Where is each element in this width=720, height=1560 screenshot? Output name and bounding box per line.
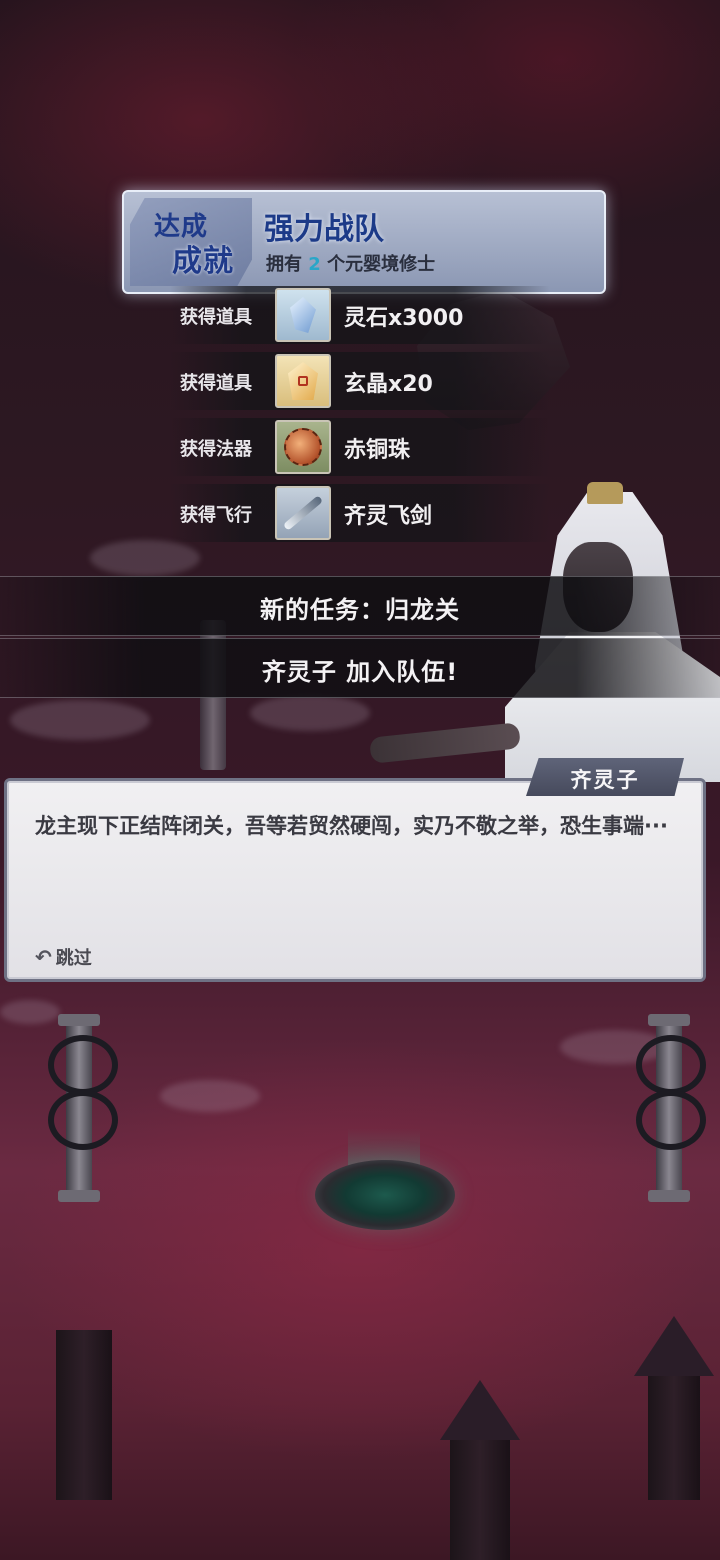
flying-sword-icon	[275, 486, 331, 540]
reward-name: 灵石x3000	[344, 306, 464, 331]
dialogue-text: 龙主现下正结阵闭关，吾等若贸然硬闯，实乃不敬之举，恐生事端···	[35, 814, 668, 838]
reward-label: 获得飞行	[180, 505, 252, 526]
achievement-count: 2	[308, 254, 321, 275]
reward-row: 获得飞行 齐灵飞剑	[170, 484, 550, 542]
achievement-description: 拥有 2 个元婴境修士	[266, 254, 436, 275]
tower-roof	[634, 1316, 714, 1376]
reward-name: 玄晶x20	[344, 372, 433, 397]
spirit-stone-icon	[275, 288, 331, 342]
teleport-portal[interactable]	[315, 1160, 455, 1230]
dialogue-box[interactable]: 龙主现下正结阵闭关，吾等若贸然硬闯，实乃不敬之举，恐生事端··· ↶ 跳过	[4, 778, 706, 982]
cloud	[10, 700, 150, 740]
party-join-banner: 齐灵子 加入队伍!	[0, 638, 720, 698]
wave-pattern	[15, 891, 697, 971]
cloud	[0, 1000, 60, 1024]
reward-row: 获得法器 赤铜珠	[170, 418, 550, 476]
cloud	[160, 1080, 260, 1112]
new-quest-banner: 新的任务：归龙关	[0, 576, 720, 636]
speaker-name-tag: 齐灵子	[526, 758, 684, 796]
cloud	[90, 540, 200, 576]
copper-bead-icon	[275, 420, 331, 474]
serpent-left-coil	[48, 1090, 118, 1150]
tower-center	[450, 1430, 510, 1560]
tower-left	[56, 1330, 112, 1500]
serpent-right-coil	[636, 1090, 706, 1150]
reward-label: 获得道具	[180, 307, 252, 328]
reward-name: 赤铜珠	[344, 438, 411, 463]
skip-label: 跳过	[55, 948, 92, 969]
reward-row: 获得道具 玄晶x20	[170, 352, 550, 410]
reward-name: 齐灵飞剑	[344, 504, 433, 529]
achievement-banner: 达成 成就 强力战队 拥有 2 个元婴境修士	[122, 190, 606, 294]
reward-label: 获得法器	[180, 439, 252, 460]
achievement-badge-line2: 成就	[172, 244, 234, 279]
reward-label: 获得道具	[180, 373, 252, 394]
speaker-name: 齐灵子	[570, 768, 640, 792]
achievement-title: 强力战队	[264, 212, 384, 247]
serpent-right	[636, 1035, 706, 1095]
tower-right	[648, 1360, 700, 1500]
mystic-crystal-icon	[275, 354, 331, 408]
undo-arrow-icon: ↶	[35, 945, 52, 969]
reward-row: 获得道具 灵石x3000	[170, 286, 550, 344]
serpent-left	[48, 1035, 118, 1095]
cloud	[250, 695, 370, 731]
new-quest-text: 新的任务：归龙关	[260, 596, 460, 624]
party-join-text: 齐灵子 加入队伍!	[261, 658, 459, 686]
skip-button[interactable]: ↶ 跳过	[35, 943, 92, 971]
tower-roof	[440, 1380, 520, 1440]
